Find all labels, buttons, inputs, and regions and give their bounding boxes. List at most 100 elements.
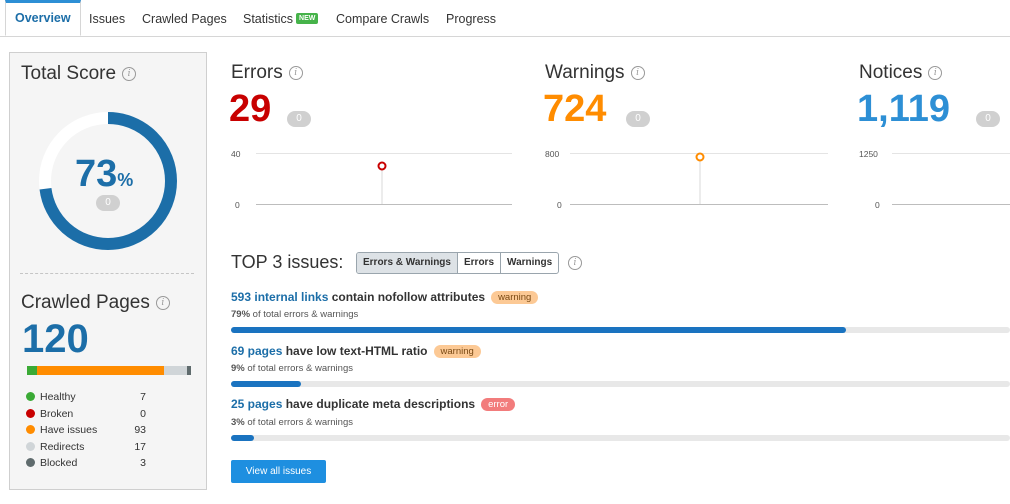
crawled-pages-value: 120 — [22, 317, 89, 361]
tab-overview[interactable]: Overview — [5, 0, 81, 36]
legend-label: Healthy — [40, 391, 76, 403]
issue-1-progress-fill — [231, 327, 847, 333]
issue-2-title: 69 pages have low text-HTML ratio warning — [231, 344, 481, 358]
issue-1-text: contain nofollow attributes — [328, 290, 486, 304]
filter-errors-button[interactable]: Errors — [458, 253, 501, 273]
legend-label: Have issues — [40, 424, 98, 436]
legend-item-redirects[interactable]: Redirects 17 — [26, 439, 146, 456]
errors-ytick-min: 0 — [235, 200, 240, 210]
issue-2-share: 9% of total errors & warnings — [231, 363, 353, 374]
issue-2-text: have low text-HTML ratio — [282, 344, 428, 358]
crawled-pages-label: Crawled Pages — [21, 292, 150, 313]
errors-ytick-max: 40 — [231, 149, 241, 159]
filter-warnings-button[interactable]: Warnings — [501, 253, 558, 273]
issue-1-progress — [231, 327, 1010, 333]
errors-label: Errors — [231, 62, 283, 83]
issue-2-progress-fill — [231, 381, 302, 387]
errors-value[interactable]: 29 — [229, 88, 271, 131]
crawled-pages-title: Crawled Pages i — [21, 292, 170, 314]
legend-value: 3 — [140, 457, 146, 469]
issue-1-tag: warning — [491, 291, 539, 304]
errors-title: Errors i — [231, 62, 303, 84]
new-badge: NEW — [296, 13, 319, 24]
divider — [20, 273, 194, 274]
crawled-bar-segment-redirects — [163, 366, 187, 375]
legend-label: Redirects — [40, 440, 85, 453]
errors-delta-badge: 0 — [287, 111, 311, 127]
crawled-pages-legend: Healthy 7 Broken 0 Have issues 93 Redirects… — [26, 389, 146, 472]
top-issues-title: TOP 3 issues: — [231, 252, 344, 272]
issue-2-sub: of total errors & warnings — [244, 363, 353, 374]
crawled-pages-bar — [27, 366, 191, 375]
notices-value[interactable]: 1,119 — [857, 88, 950, 131]
issue-2-progress — [231, 381, 1010, 387]
issue-2-pct: 9% — [231, 363, 245, 374]
legend-item-blocked[interactable]: Blocked 3 — [26, 455, 146, 472]
legend-value: 0 — [140, 407, 146, 420]
score-panel: Total Score i 73% 0 Crawled Pages i 120 He… — [9, 52, 207, 490]
info-icon[interactable]: i — [155, 296, 170, 310]
info-icon[interactable]: i — [288, 66, 303, 80]
issue-3-title: 25 pages have duplicate meta description… — [231, 397, 516, 411]
warnings-delta-badge: 0 — [626, 111, 650, 127]
notices-ytick-min: 0 — [875, 200, 880, 210]
crawled-bar-segment-blocked — [186, 366, 191, 375]
filter-errors-warnings-button[interactable]: Errors & Warnings — [357, 253, 458, 273]
issue-3-link[interactable]: 25 pages — [231, 397, 282, 411]
notices-baseline — [892, 204, 1010, 205]
tab-crawled-pages[interactable]: Crawled Pages — [142, 0, 227, 36]
issue-3-progress — [231, 435, 1010, 441]
warnings-point[interactable] — [695, 152, 705, 162]
issue-3-progress-fill — [231, 435, 255, 441]
issue-1-sub: of total errors & warnings — [250, 309, 359, 320]
total-score-value: 73% — [75, 153, 133, 196]
notices-title: Notices i — [859, 62, 943, 84]
errors-sparkline — [377, 161, 387, 204]
info-icon[interactable]: i — [630, 66, 645, 80]
issue-3-sub: of total errors & warnings — [244, 417, 353, 428]
issue-1-link[interactable]: 593 internal links — [231, 290, 328, 304]
notices-delta-badge: 0 — [976, 111, 1000, 127]
notices-gridline — [892, 153, 1010, 154]
warnings-ytick-min: 0 — [557, 200, 562, 210]
legend-item-healthy[interactable]: Healthy 7 — [26, 389, 146, 406]
issue-3-pct: 3% — [231, 417, 245, 428]
info-icon[interactable]: i — [928, 66, 943, 80]
warnings-label: Warnings — [545, 62, 625, 83]
errors-point[interactable] — [377, 161, 387, 171]
notices-label: Notices — [859, 62, 923, 83]
tab-progress[interactable]: Progress — [446, 0, 496, 36]
score-delta-badge: 0 — [96, 195, 120, 211]
legend-item-broken[interactable]: Broken 0 — [26, 406, 146, 423]
crawled-bar-segment-healthy — [27, 366, 37, 375]
issue-filter-toggle: Errors & Warnings Errors Warnings — [356, 252, 560, 274]
info-icon[interactable]: i — [568, 256, 582, 270]
warnings-ytick-max: 800 — [545, 149, 560, 159]
issue-3-text: have duplicate meta descriptions — [282, 397, 476, 411]
tab-statistics-label: Statistics — [243, 12, 294, 26]
legend-label: Blocked — [40, 457, 78, 469]
tab-statistics[interactable]: Statistics NEW — [243, 0, 319, 36]
redirects-dot-icon — [26, 441, 35, 451]
tab-compare-crawls[interactable]: Compare Crawls — [336, 0, 429, 36]
view-all-issues-button[interactable]: View all issues — [231, 460, 326, 483]
tab-issues[interactable]: Issues — [89, 0, 125, 36]
issue-2-tag: warning — [433, 345, 481, 358]
issue-3-share: 3% of total errors & warnings — [231, 417, 353, 428]
warnings-value[interactable]: 724 — [543, 88, 606, 131]
legend-value: 17 — [134, 440, 146, 453]
legend-value: 93 — [134, 424, 146, 436]
warnings-title: Warnings i — [545, 62, 645, 84]
have-issues-dot-icon — [26, 425, 35, 434]
healthy-dot-icon — [26, 392, 35, 401]
warnings-sparkline — [695, 152, 705, 204]
blocked-dot-icon — [26, 458, 35, 467]
issue-1-pct: 79% — [231, 309, 251, 320]
issue-2-link[interactable]: 69 pages — [231, 344, 282, 358]
issue-1-title: 593 internal links contain nofollow attr… — [231, 290, 539, 304]
legend-item-have-issues[interactable]: Have issues 93 — [26, 422, 146, 439]
score-unit: % — [117, 170, 134, 190]
tab-bar: Overview Issues Crawled Pages Statistics… — [0, 0, 1010, 37]
score-number: 73 — [75, 153, 118, 195]
legend-value: 7 — [140, 391, 146, 403]
